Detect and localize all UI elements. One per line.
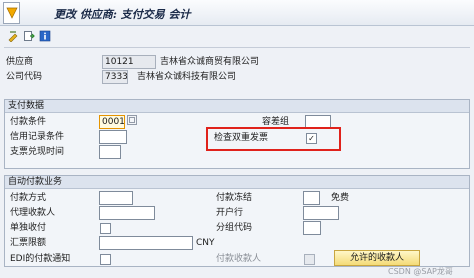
info-icon[interactable] <box>38 29 51 42</box>
other-object-icon[interactable] <box>22 29 35 42</box>
house-bank-field[interactable] <box>303 206 339 220</box>
page-title: 更改 供应商: 支付交易 会计 <box>54 8 191 21</box>
display-change-icon[interactable] <box>6 29 19 42</box>
company-name: 吉林省众诚科技有限公司 <box>137 72 237 82</box>
payment-block-label: 付款冻结 <box>216 193 253 203</box>
alternate-payee-field[interactable] <box>99 206 155 220</box>
edi-payment-advice-label: EDI的付款通知 <box>10 254 71 264</box>
payment-terms-field[interactable]: 0001 <box>99 115 125 129</box>
edi-payment-advice-checkbox[interactable] <box>100 254 111 265</box>
alternate-payee-label: 代理收款人 <box>10 208 56 218</box>
grouping-key-label: 分组代码 <box>216 223 253 233</box>
title-bar: 更改 供应商: 支付交易 会计 <box>0 0 474 26</box>
bill-exchange-limit-field[interactable] <box>99 236 193 250</box>
house-bank-label: 开户行 <box>216 208 244 218</box>
payment-methods-label: 付款方式 <box>10 193 47 203</box>
credit-memo-terms-label: 信用记录条件 <box>10 132 65 142</box>
payment-data-header: 支付数据 <box>5 100 469 113</box>
payment-methods-field[interactable] <box>99 191 133 205</box>
vendor-field[interactable]: 10121 <box>102 55 156 69</box>
individual-payment-label: 单独收付 <box>10 223 47 233</box>
check-cashing-time-label: 支票兑现时间 <box>10 147 65 157</box>
payee-in-document-checkbox[interactable] <box>304 254 315 265</box>
vendor-name: 吉林省众诚商贸有限公司 <box>160 57 260 67</box>
company-code-field[interactable]: 7333 <box>102 70 128 84</box>
double-invoice-check-label: 检查双重发票 <box>214 133 269 143</box>
auto-payment-header: 自动付款业务 <box>5 176 469 189</box>
matchcode-icon[interactable] <box>127 115 137 125</box>
vendor-label: 供应商 <box>6 57 34 67</box>
application-toolbar <box>0 26 474 46</box>
double-invoice-checkbox[interactable]: ✓ <box>306 133 317 144</box>
header-separator <box>4 47 470 48</box>
permitted-payee-button[interactable]: 允许的收款人 <box>334 250 420 266</box>
payment-block-field[interactable] <box>303 191 320 205</box>
credit-memo-terms-field[interactable] <box>99 130 127 144</box>
check-cashing-time-field[interactable] <box>99 145 121 159</box>
grouping-key-field[interactable] <box>303 221 321 235</box>
company-code-label: 公司代码 <box>6 72 43 82</box>
watermark: CSDN @SAP龙哥 <box>388 267 453 276</box>
sap-logo-icon <box>3 2 20 24</box>
payment-terms-label: 付款条件 <box>10 117 47 127</box>
currency-label: CNY <box>196 238 215 248</box>
bill-exchange-limit-label: 汇票限额 <box>10 238 47 248</box>
payee-in-document-label: 付款收款人 <box>216 254 262 264</box>
payment-block-text: 免费 <box>331 193 350 203</box>
individual-payment-checkbox[interactable] <box>100 223 111 234</box>
